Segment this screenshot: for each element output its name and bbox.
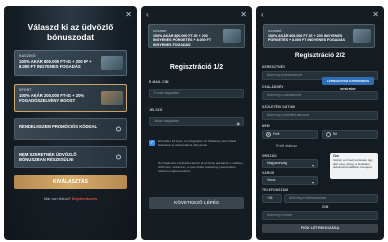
- sport-art-image: [101, 91, 123, 105]
- bonus-option-none[interactable]: NEM SZERETNÉK ÜDVÖZLŐ BÓNUSZBAN RÉSZESÜL…: [14, 146, 127, 168]
- gender-option-female[interactable]: Nő: [322, 130, 378, 139]
- profile-status-label: Profil státusz: [276, 144, 298, 148]
- registration-step1-panel: ‹ ✕ KASZINÓ 100% AKÁR 800.000 FT-IG + 20…: [141, 6, 252, 240]
- casino-art-image: [101, 56, 123, 70]
- consent-checkbox[interactable]: ✓: [149, 140, 155, 146]
- bonus-option-sport[interactable]: SPORT 100% AKÁR 200.000 FT-IG + 20% FOGA…: [14, 84, 127, 112]
- country-label: ORSZÁG: [262, 154, 277, 158]
- phone-field[interactable]: Add meg a telefonszámod: [284, 194, 378, 203]
- panel-title: Válaszd ki az üdvözlő bónuszodat: [27, 22, 114, 42]
- gender-female-label: Nő: [333, 132, 338, 136]
- birth-date-field[interactable]: Add meg a születési dátumod: [262, 111, 378, 120]
- page-title: Regisztráció 1/2: [169, 64, 224, 71]
- city-value: Város: [267, 178, 276, 182]
- password-placeholder: Jelszó megadása: [154, 119, 179, 123]
- radio-icon[interactable]: [116, 154, 121, 160]
- password-label: JELSZÓ: [149, 108, 163, 112]
- has-account-row: Már van fiókod? Bejelentkezés: [4, 197, 137, 201]
- gender-option-male[interactable]: Férfi: [262, 130, 318, 139]
- country-value: Magyarország: [267, 161, 288, 165]
- tooltip-text: Kérjük, a címed pontosan úgy add meg, ah…: [333, 157, 373, 170]
- eye-icon[interactable]: ◉: [237, 120, 241, 127]
- city-label: VÁROS: [262, 171, 275, 175]
- casino-art-image: [223, 29, 241, 43]
- close-icon[interactable]: ✕: [240, 11, 247, 19]
- back-icon[interactable]: ‹: [146, 11, 149, 19]
- radio-icon[interactable]: [266, 132, 271, 137]
- option-text: RENDELKEZEM PROMÓCIÓS KÓDDAL: [19, 124, 98, 129]
- birth-date-label: SZÜLETÉSI DÁTUM: [262, 105, 295, 109]
- option-text: 100% AKÁR 800.000 FT-IG + 200 IP + 8.000…: [19, 59, 92, 70]
- first-name-label: KERESZTNÉV: [262, 65, 286, 69]
- autofill-tip-button[interactable]: LÉTREHOZTAM AUTOMATIKUS KITÖLTÉST: [322, 77, 374, 91]
- bonus-option-casino[interactable]: KASZINÓ 100% AKÁR 800.000 FT-IG + 200 IP…: [14, 50, 127, 76]
- registration-step2-panel: ‹ ✕ KASZINÓ 100% AKÁR 800.000 FT-IG + 20…: [256, 6, 384, 240]
- bonus-banner: KASZINÓ 100% AKÁR 800.000 FT-IG + 200 IN…: [263, 24, 375, 48]
- phone-prefix-select[interactable]: +36: [262, 194, 282, 203]
- close-icon[interactable]: ✕: [372, 11, 379, 19]
- login-link[interactable]: Bejelentkezés: [72, 197, 97, 201]
- next-step-button[interactable]: KÖVETKEZŐ LÉPÉS: [149, 197, 244, 209]
- has-account-text: Már van fiókod?: [43, 197, 71, 201]
- banner-text: 100% AKÁR 800.000 FT-IG + 200 INGYENES P…: [268, 33, 345, 43]
- banner-text: 100% AKÁR 800.000 FT-IG + 200 INGYENES P…: [153, 33, 212, 47]
- bonus-option-promo-code[interactable]: RENDELKEZEM PROMÓCIÓS KÓDDAL: [14, 118, 127, 140]
- address-tooltip: Cím Kérjük, a címed pontosan úgy add meg…: [330, 153, 378, 179]
- last-name-label: CSALÁDNÉV: [262, 85, 284, 89]
- email-label: E-MAIL CÍM: [149, 80, 169, 84]
- gender-label: NEM: [262, 124, 270, 128]
- page-title: Regisztráció 2/2: [294, 52, 346, 59]
- chevron-down-icon: ▾: [311, 163, 314, 168]
- option-text: NEM SZERETNÉK ÜDVÖZLŐ BÓNUSZBAN RÉSZESÜL…: [19, 152, 77, 163]
- radio-icon[interactable]: [326, 132, 331, 137]
- address-label: CÍM: [322, 205, 329, 209]
- choose-button[interactable]: KIVÁLASZTÁS: [14, 175, 127, 189]
- marketing-text: Hozzájárulok a feliratkozáshoz promóciós…: [158, 161, 244, 174]
- password-field[interactable]: Jelszó megadása ◉: [149, 117, 244, 126]
- phone-label: TELEFONSZÁM: [262, 188, 289, 192]
- consent-text: Elmúltam 18 éves, és elfogadom az Általá…: [158, 139, 237, 148]
- casino-art-image: [353, 29, 371, 43]
- option-text: 100% AKÁR 200.000 FT-IG + 20% FOGADÓSZEL…: [19, 93, 85, 104]
- back-icon[interactable]: ‹: [261, 11, 264, 19]
- radio-icon[interactable]: [116, 126, 121, 132]
- close-icon[interactable]: ✕: [125, 11, 132, 19]
- country-select[interactable]: Magyarország ▾: [262, 159, 318, 168]
- email-field[interactable]: E-mail megadása: [149, 89, 244, 98]
- city-select[interactable]: Város ▾: [262, 176, 318, 185]
- gender-male-label: Férfi: [273, 132, 280, 136]
- bonus-banner: KASZINÓ 100% AKÁR 800.000 FT-IG + 200 IN…: [148, 24, 245, 48]
- create-account-button[interactable]: FIÓK LÉTREHOZÁSA: [262, 224, 378, 233]
- chevron-down-icon: ▾: [311, 180, 314, 185]
- last-name-field[interactable]: Add meg a családneved: [262, 91, 378, 100]
- bonus-selection-panel: ✕ Válaszd ki az üdvözlő bónuszodat KASZI…: [4, 6, 137, 240]
- address-field[interactable]: Add meg a címed: [262, 211, 378, 220]
